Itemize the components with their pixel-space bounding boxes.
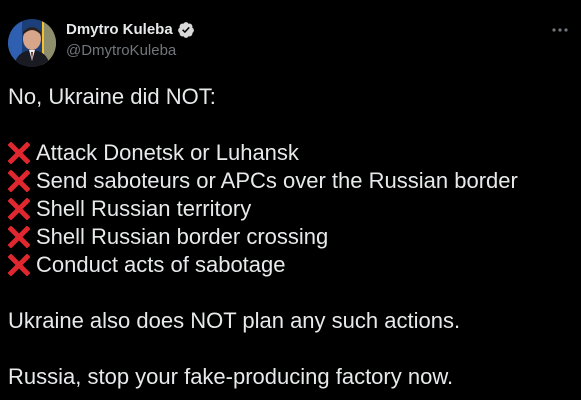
list-item: Shell Russian territory xyxy=(8,195,578,223)
list-item-text: Conduct acts of sabotage xyxy=(36,252,286,277)
list-item-text: Shell Russian border crossing xyxy=(36,224,329,249)
list-item: Attack Donetsk or Luhansk xyxy=(8,139,578,167)
list-item-text: Send saboteurs or APCs over the Russian … xyxy=(36,168,518,193)
tweet-statement: Ukraine also does NOT plan any such acti… xyxy=(8,308,461,333)
avatar[interactable] xyxy=(8,19,56,67)
name-row: Dmytro Kuleba xyxy=(66,20,195,40)
cross-mark-icon xyxy=(8,142,30,164)
more-horizontal-icon[interactable] xyxy=(551,26,569,34)
tweet-closing: Russia, stop your fake-producing factory… xyxy=(8,364,454,389)
tweet-text: No, Ukraine did NOT: Attack Donetsk or L… xyxy=(8,83,578,391)
author-display-name[interactable]: Dmytro Kuleba xyxy=(66,20,173,40)
verified-badge-icon xyxy=(177,22,194,38)
tweet-intro: No, Ukraine did NOT: xyxy=(8,84,216,109)
cross-mark-icon xyxy=(8,226,30,248)
cross-mark-icon xyxy=(8,254,30,276)
list-item-text: Attack Donetsk or Luhansk xyxy=(36,140,299,165)
cross-mark-icon xyxy=(8,170,30,192)
author-handle[interactable]: @DmytroKuleba xyxy=(66,41,195,61)
author-info: Dmytro Kuleba @DmytroKuleba xyxy=(66,20,195,61)
list-item: Send saboteurs or APCs over the Russian … xyxy=(8,167,578,195)
list-item: Shell Russian border crossing xyxy=(8,223,578,251)
list-item: Conduct acts of sabotage xyxy=(8,251,578,279)
list-item-text: Shell Russian territory xyxy=(36,196,252,221)
tweet-card: Dmytro Kuleba @DmytroKuleba No, Ukraine … xyxy=(0,0,581,400)
cross-mark-icon xyxy=(8,198,30,220)
avatar-photo xyxy=(8,19,56,67)
